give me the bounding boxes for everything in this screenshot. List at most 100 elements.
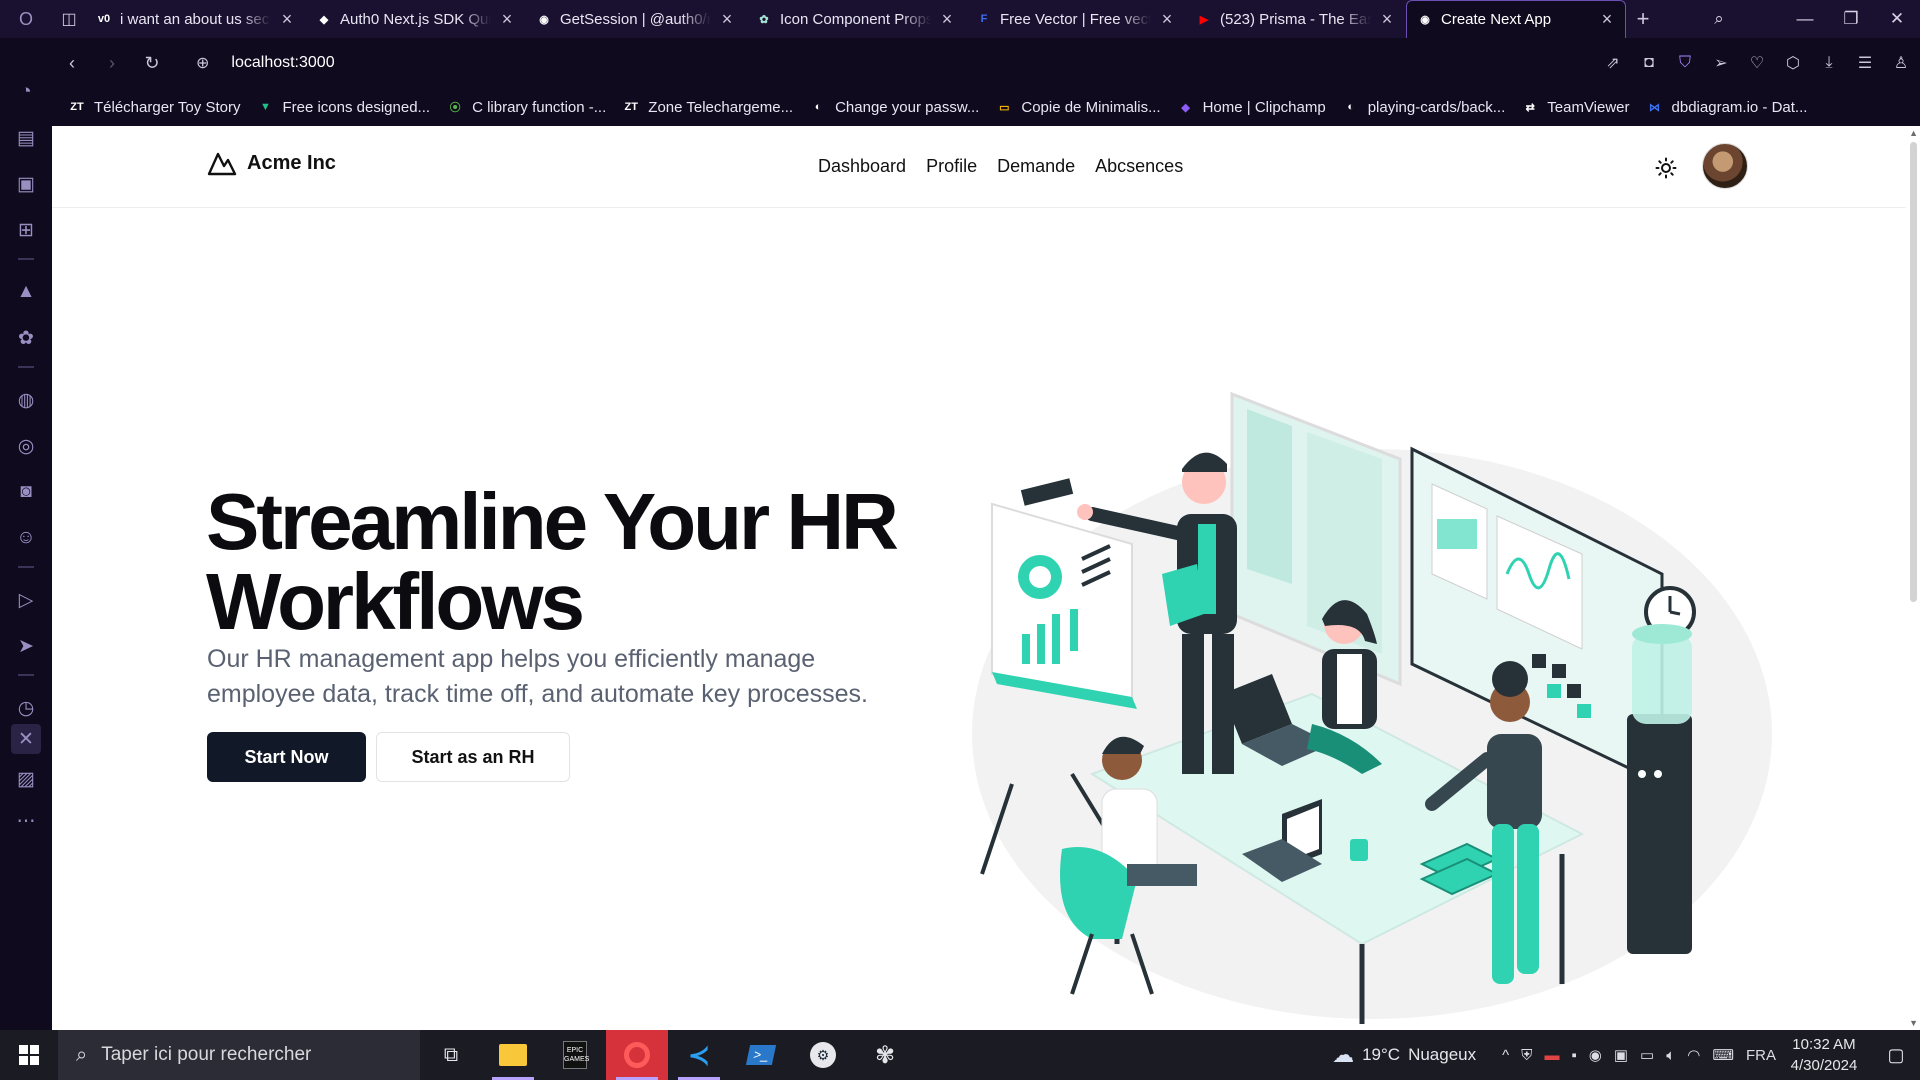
- new-tab-button[interactable]: +: [1626, 6, 1660, 32]
- start-as-rh-button[interactable]: Start as an RH: [376, 732, 570, 782]
- taskbar-search[interactable]: ⌕ Taper ici pour rechercher: [58, 1030, 420, 1080]
- downloads-icon[interactable]: ⤓: [1818, 54, 1840, 72]
- gallery-icon[interactable]: ▨: [11, 764, 41, 794]
- nav-demande[interactable]: Demande: [997, 156, 1075, 177]
- url-field[interactable]: ⊕ localhost:3000: [196, 53, 335, 73]
- page-scrollbar[interactable]: ▲ ▼: [1906, 126, 1920, 1030]
- scroll-thumb[interactable]: [1910, 142, 1917, 602]
- theme-toggle-button[interactable]: [1652, 154, 1680, 182]
- bookmark-item[interactable]: ◐ playing-cards/back...: [1342, 98, 1505, 116]
- scroll-up-icon[interactable]: ▲: [1909, 128, 1918, 138]
- close-tab-icon[interactable]: ×: [1599, 9, 1615, 30]
- shopping-icon[interactable]: ▤: [11, 123, 41, 153]
- bookmark-label: Zone Telechargeme...: [648, 98, 794, 116]
- forward-button[interactable]: ›: [92, 53, 132, 74]
- bookmark-item[interactable]: ⋈ dbdiagram.io - Dat...: [1646, 98, 1807, 116]
- back-button[interactable]: ‹: [52, 53, 92, 74]
- webcam-icon[interactable]: ◉: [1589, 1046, 1602, 1064]
- windows-logo-icon: [19, 1045, 39, 1065]
- taskbar-file-explorer[interactable]: [482, 1030, 544, 1080]
- close-tab-icon[interactable]: ×: [499, 9, 515, 30]
- weather-widget[interactable]: ☁ 19°C Nuageux: [1332, 1042, 1476, 1068]
- user-avatar[interactable]: [1702, 143, 1748, 189]
- epic-tray-icon[interactable]: ▪: [1571, 1047, 1576, 1064]
- nav-absences[interactable]: Abcsences: [1095, 156, 1183, 177]
- reload-button[interactable]: ↻: [132, 53, 172, 74]
- minimize-button[interactable]: —: [1782, 9, 1828, 29]
- chatgpt-icon[interactable]: ✿: [11, 323, 41, 353]
- vpn-icon[interactable]: ⛉: [1674, 54, 1696, 72]
- browser-tab[interactable]: ◉ GetSession | @auth0/n ×: [526, 0, 746, 38]
- bookmark-item[interactable]: ⦿ C library function -...: [446, 98, 607, 116]
- bookmark-item[interactable]: ZT Télécharger Toy Story: [68, 98, 240, 116]
- extensions-icon[interactable]: ⬡: [1782, 53, 1804, 73]
- language-indicator[interactable]: FRA: [1746, 1047, 1776, 1064]
- more-icon[interactable]: ⋯: [11, 806, 41, 836]
- send-icon[interactable]: ➤: [11, 631, 41, 661]
- battery-icon[interactable]: ▭: [1640, 1046, 1654, 1064]
- twitch-icon[interactable]: ▣: [11, 169, 41, 199]
- extension-icon[interactable]: ✕: [11, 724, 41, 754]
- nav-profile[interactable]: Profile: [926, 156, 977, 177]
- easy-setup-icon[interactable]: ☰: [1854, 53, 1876, 73]
- history-icon[interactable]: ◷: [11, 693, 41, 723]
- restore-button[interactable]: ❐: [1828, 9, 1874, 29]
- bookmark-item[interactable]: ▼ Free icons designed...: [256, 98, 430, 116]
- close-window-button[interactable]: ✕: [1874, 9, 1920, 29]
- volume-icon[interactable]: 🔈︎: [1666, 1047, 1675, 1064]
- clock[interactable]: 10:32 AM 4/30/2024: [1776, 1034, 1872, 1076]
- flow-icon[interactable]: ➢: [1710, 53, 1732, 73]
- taskbar-powershell[interactable]: >_: [730, 1030, 792, 1080]
- bookmark-item[interactable]: ▭ Copie de Minimalis...: [995, 98, 1160, 116]
- browser-tab[interactable]: ◆ Auth0 Next.js SDK Quic ×: [306, 0, 526, 38]
- browser-tab[interactable]: F Free Vector | Free vecto ×: [966, 0, 1186, 38]
- display-icon[interactable]: ▣: [1614, 1046, 1628, 1064]
- tab-search-icon[interactable]: ⌕: [1696, 9, 1742, 29]
- close-tab-icon[interactable]: ×: [279, 9, 295, 30]
- discord-icon[interactable]: ☺: [11, 523, 41, 553]
- taskbar-app-paint[interactable]: ✾: [854, 1030, 916, 1080]
- notifications-icon[interactable]: ▢: [1872, 1045, 1920, 1066]
- site-info-icon[interactable]: ⊕: [196, 53, 209, 73]
- browser-tab[interactable]: ✿ Icon Component Props ×: [746, 0, 966, 38]
- security-shield-icon[interactable]: ⛨: [1521, 1047, 1532, 1064]
- messenger-icon[interactable]: ◍: [11, 385, 41, 415]
- close-tab-icon[interactable]: ×: [719, 9, 735, 30]
- chip-icon[interactable]: ⊞: [11, 215, 41, 245]
- start-now-button[interactable]: Start Now: [207, 732, 366, 782]
- browser-tab[interactable]: v0 i want an about us sect ×: [86, 0, 306, 38]
- taskbar-opera[interactable]: [606, 1030, 668, 1080]
- bookmark-item[interactable]: ⇄ TeamViewer: [1521, 98, 1630, 116]
- brand-link[interactable]: Acme Inc: [207, 150, 336, 176]
- bookmark-item[interactable]: ◐ Change your passw...: [809, 98, 980, 116]
- bookmark-item[interactable]: ZT Zone Telechargeme...: [622, 98, 794, 116]
- close-tab-icon[interactable]: ×: [1379, 9, 1395, 30]
- browser-tab[interactable]: ▶ (523) Prisma - The Easi ×: [1186, 0, 1406, 38]
- nav-dashboard[interactable]: Dashboard: [818, 156, 906, 177]
- bookmark-item[interactable]: ◆ Home | Clipchamp: [1177, 98, 1325, 116]
- player-icon[interactable]: ▷: [11, 585, 41, 615]
- start-button[interactable]: [0, 1030, 58, 1080]
- instagram-icon[interactable]: ◙: [11, 477, 41, 507]
- speed-dial-icon[interactable]: ◔: [11, 77, 41, 107]
- gamepad-icon[interactable]: ◫: [52, 9, 86, 29]
- profile-icon[interactable]: ♙: [1890, 53, 1912, 73]
- browser-tab[interactable]: ◉ Create Next App ×: [1406, 0, 1626, 38]
- bookmark-heart-icon[interactable]: ♡: [1746, 53, 1768, 73]
- taskbar-steam[interactable]: ⚙: [792, 1030, 854, 1080]
- taskbar-vscode[interactable]: ≺: [668, 1030, 730, 1080]
- share-icon[interactable]: ⇗: [1602, 53, 1624, 73]
- task-view-button[interactable]: ⧉: [420, 1030, 482, 1080]
- close-tab-icon[interactable]: ×: [939, 9, 955, 30]
- scroll-down-icon[interactable]: ▼: [1909, 1018, 1918, 1028]
- taskbar-epic-games[interactable]: EPIC GAMES: [544, 1030, 606, 1080]
- aria-icon[interactable]: ▲: [11, 277, 41, 307]
- wifi-icon[interactable]: ◠: [1687, 1046, 1700, 1064]
- opera-menu-icon[interactable]: O: [0, 0, 52, 38]
- msi-icon[interactable]: ▬: [1544, 1047, 1559, 1064]
- chevron-up-icon[interactable]: ^: [1502, 1047, 1509, 1064]
- snapshot-icon[interactable]: ◘: [1638, 54, 1660, 72]
- whatsapp-icon[interactable]: ◎: [11, 431, 41, 461]
- keyboard-icon[interactable]: ⌨: [1712, 1046, 1734, 1064]
- close-tab-icon[interactable]: ×: [1159, 9, 1175, 30]
